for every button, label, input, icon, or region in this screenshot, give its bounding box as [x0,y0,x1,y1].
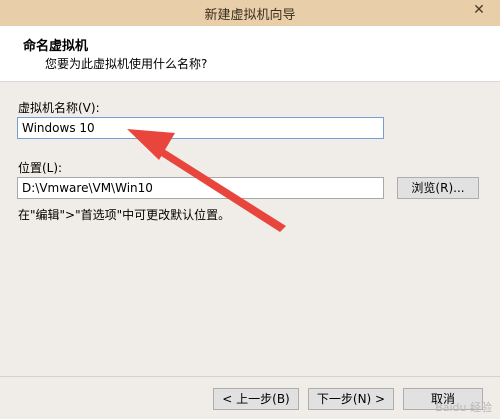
vm-name-label: 虚拟机名称(V): [18,101,100,115]
back-button[interactable]: < 上一步(B) [213,388,299,410]
watermark: Baidu 经验 [435,401,492,414]
default-location-hint: 在"编辑">"首选项"中可更改默认位置。 [18,208,231,222]
location-label: 位置(L): [18,161,63,175]
vm-name-input[interactable] [17,117,384,139]
footer-divider [0,376,500,377]
wizard-header: 命名虚拟机 您要为此虚拟机使用什么名称? [0,26,500,82]
page-title: 命名虚拟机 [23,39,89,54]
title-bar: 新建虚拟机向导 ✕ [0,0,500,26]
new-vm-wizard-window: 新建虚拟机向导 ✕ 命名虚拟机 您要为此虚拟机使用什么名称? 虚拟机名称(V):… [0,0,500,419]
location-input[interactable] [17,177,384,199]
browse-button[interactable]: 浏览(R)... [397,177,479,199]
window-title: 新建虚拟机向导 [204,8,296,23]
next-button[interactable]: 下一步(N) > [308,388,394,410]
close-icon[interactable]: ✕ [466,0,492,20]
page-subtitle: 您要为此虚拟机使用什么名称? [45,57,208,71]
